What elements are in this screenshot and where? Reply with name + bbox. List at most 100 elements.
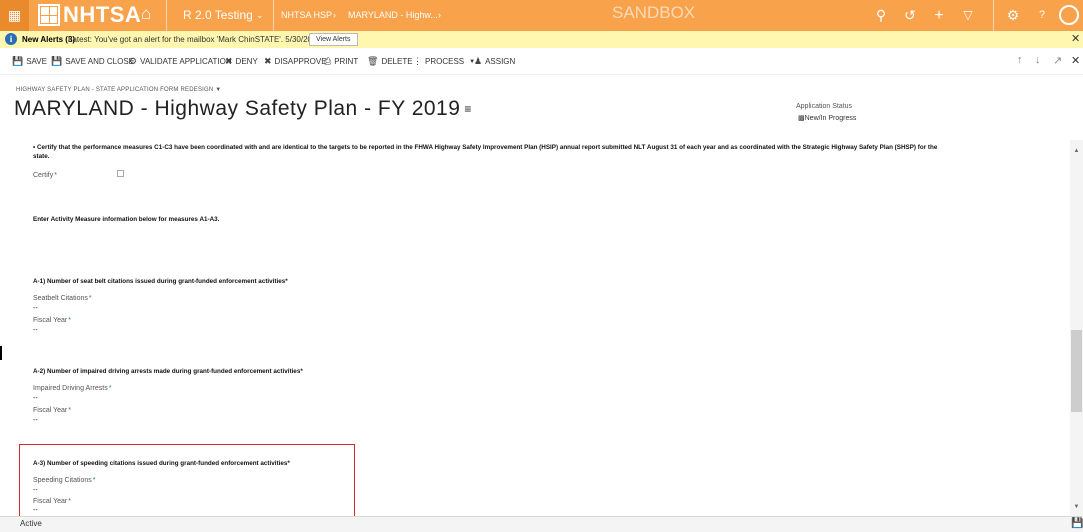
deny-button[interactable]: ✖ DENY <box>225 56 258 67</box>
user-avatar-icon[interactable] <box>1059 5 1079 25</box>
logo-mark-icon <box>38 4 60 26</box>
impaired-driving-arrests-text: Impaired Driving Arrests <box>33 385 108 392</box>
delete-button[interactable]: 🗑 DELETE <box>367 56 413 67</box>
alert-bar: i New Alerts (3) Latest: You've got an a… <box>0 31 1083 48</box>
top-navigation-bar: ▦ NHTSA ⌂ R 2.0 Testing ⌄ NHTSA HSP › MA… <box>0 0 1083 31</box>
help-icon[interactable]: ? <box>1031 0 1053 31</box>
certify-label-text: Certify <box>33 172 54 179</box>
validate-icon: ⚙ <box>129 56 138 66</box>
save-close-label: SAVE AND CLOSE <box>65 57 134 66</box>
close-icon[interactable]: ✕ <box>1071 54 1080 67</box>
disapprove-icon: ✖ <box>264 56 272 66</box>
vertical-scrollbar[interactable]: ▲ ▼ <box>1070 140 1083 516</box>
text-cursor <box>0 346 2 360</box>
trash-icon: 🗑 <box>367 56 379 66</box>
disapprove-button[interactable]: ✖ DISAPPROVE <box>264 56 327 67</box>
fiscal-year-label: Fiscal Year* <box>33 407 71 414</box>
arrow-down-icon[interactable]: ↓ <box>1035 54 1041 66</box>
chevron-down-icon[interactable]: ⌄ <box>256 0 264 31</box>
required-mark: * <box>108 385 112 392</box>
activity-intro: Enter Activity Measure information below… <box>33 216 220 223</box>
fiscal-year-text: Fiscal Year <box>33 317 68 324</box>
scrollbar-thumb[interactable] <box>1071 330 1082 412</box>
fiscal-year-text: Fiscal Year <box>33 407 68 414</box>
apps-icon[interactable]: ▦ <box>0 0 29 31</box>
close-icon[interactable]: ✕ <box>1071 31 1080 48</box>
required-mark: * <box>54 172 57 179</box>
page-title: MARYLAND - Highway Safety Plan - FY 2019… <box>14 97 472 121</box>
certify-checkbox[interactable] <box>117 170 124 177</box>
certify-heading-cont: state. <box>33 153 50 160</box>
divider <box>993 0 994 31</box>
assign-label: ASSIGN <box>485 57 516 66</box>
sandbox-label: SANDBOX <box>612 3 696 22</box>
highlight-box <box>19 444 355 519</box>
history-icon[interactable]: ↺ <box>899 0 921 31</box>
status-bar: Active 💾 <box>0 516 1083 532</box>
page-title-text: MARYLAND - Highway Safety Plan - FY 2019 <box>14 97 461 120</box>
view-alerts-button[interactable]: View Alerts <box>309 33 358 46</box>
chevron-right-icon[interactable]: › <box>438 0 441 31</box>
nav-record-link[interactable]: MARYLAND - Highw... <box>348 0 438 31</box>
a2-heading: A-2) Number of impaired driving arrests … <box>33 368 303 375</box>
plus-icon[interactable]: + <box>928 0 950 31</box>
save-button[interactable]: 💾 SAVE <box>12 56 47 67</box>
chevron-down-icon: ▼ <box>215 87 222 93</box>
divider <box>166 0 167 31</box>
seatbelt-citations-label: Seatbelt Citations* <box>33 295 92 302</box>
assign-button[interactable]: ♟ ASSIGN <box>474 56 515 67</box>
a1-heading: A-1) Number of seat belt citations issue… <box>33 278 288 285</box>
save-close-icon: 💾 <box>51 56 63 66</box>
impaired-driving-arrests-label: Impaired Driving Arrests* <box>33 385 111 392</box>
arrow-up-icon[interactable]: ↑ <box>1017 54 1023 66</box>
gear-icon[interactable]: ⚙ <box>1002 0 1024 31</box>
menu-icon[interactable]: ≡ <box>464 102 472 116</box>
validate-application-button[interactable]: ⚙ VALIDATE APPLICATION <box>129 56 232 67</box>
logo-text: NHTSA <box>63 2 142 27</box>
expand-icon[interactable]: ↗ <box>1053 54 1062 67</box>
save-icon: 💾 <box>12 56 24 66</box>
environment-selector[interactable]: R 2.0 Testing <box>183 0 253 31</box>
application-status-text: New/In Progress <box>804 115 857 122</box>
command-bar: 💾 SAVE 💾 SAVE AND CLOSE ⚙ VALIDATE APPLICAT… <box>0 48 1083 75</box>
divider <box>273 0 274 31</box>
lock-icon: ▩ <box>798 115 805 122</box>
assign-icon: ♟ <box>474 56 483 66</box>
disapprove-label: DISAPPROVE <box>274 57 327 66</box>
form-selector[interactable]: HIGHWAY SAFETY PLAN - STATE APPLICATION … <box>16 87 221 93</box>
home-icon[interactable]: ⌂ <box>141 4 151 24</box>
record-status: Active <box>20 519 42 528</box>
delete-label: DELETE <box>381 57 413 66</box>
certify-heading: • Certify that the performance measures … <box>33 144 938 151</box>
application-status-value: ▩New/In Progress <box>798 114 856 122</box>
nav-hsp-link[interactable]: NHTSA HSP <box>281 0 332 31</box>
certify-label: Certify* <box>33 172 57 179</box>
save-label: SAVE <box>26 57 47 66</box>
print-button[interactable]: ⎙ PRINT <box>324 56 358 67</box>
process-button[interactable]: ⋮ PROCESS ▼ <box>413 56 475 67</box>
search-icon[interactable]: ⚲ <box>870 0 892 31</box>
application-status-label: Application Status <box>796 103 853 110</box>
form-selector-label: HIGHWAY SAFETY PLAN - STATE APPLICATION … <box>16 87 214 93</box>
nhtsa-logo[interactable]: NHTSA <box>38 2 142 27</box>
process-label: PROCESS <box>425 57 465 66</box>
info-icon: i <box>5 33 17 45</box>
required-mark: * <box>88 295 92 302</box>
chevron-right-icon: › <box>333 10 336 20</box>
seatbelt-citations-text: Seatbelt Citations <box>33 295 88 302</box>
fiscal-year-field[interactable]: -- <box>33 327 38 334</box>
process-icon: ⋮ <box>413 56 422 66</box>
fiscal-year-field[interactable]: -- <box>33 417 38 424</box>
scroll-down-icon[interactable]: ▼ <box>1070 504 1083 510</box>
save-and-close-button[interactable]: 💾 SAVE AND CLOSE <box>51 56 134 67</box>
seatbelt-citations-field[interactable]: -- <box>33 305 38 312</box>
required-mark: * <box>68 407 71 414</box>
impaired-driving-arrests-field[interactable]: -- <box>33 395 38 402</box>
filter-icon[interactable]: ▽ <box>957 0 979 31</box>
fiscal-year-label: Fiscal Year* <box>33 317 71 324</box>
validate-label: VALIDATE APPLICATION <box>140 57 232 66</box>
scroll-up-icon[interactable]: ▲ <box>1070 148 1083 154</box>
save-icon[interactable]: 💾 <box>1071 518 1083 529</box>
print-icon: ⎙ <box>324 56 332 66</box>
print-label: PRINT <box>334 57 359 66</box>
